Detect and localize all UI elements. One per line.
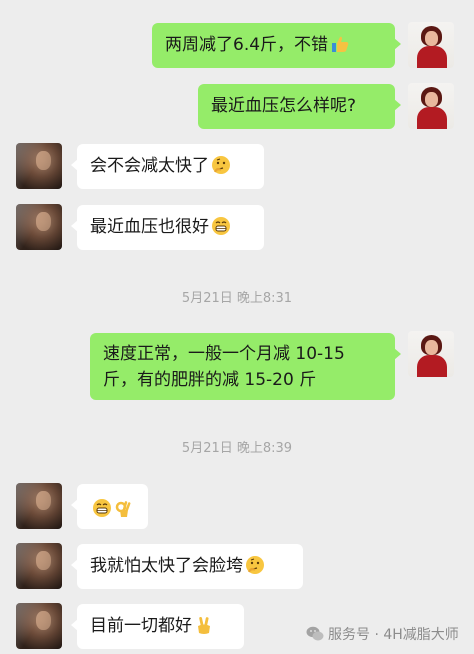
- timestamp: 5月21日 晚上8:39: [181, 441, 293, 456]
- incoming-message[interactable]: [71, 484, 148, 529]
- watermark: 服务号 · 4H减脂大师: [306, 624, 459, 644]
- thumbs-up-icon: [332, 36, 349, 52]
- message-text: 斤，有的肥胖的减 15-20 斤: [103, 370, 317, 390]
- timestamp: 5月21日 晚上8:31: [181, 291, 293, 306]
- avatar[interactable]: [16, 143, 62, 189]
- victory-hand-icon: [198, 616, 210, 634]
- message-text: 最近血压怎么样呢?: [211, 96, 357, 116]
- incoming-message[interactable]: 会不会减太快了: [71, 144, 264, 189]
- thinking-face-icon: [212, 156, 230, 174]
- avatar[interactable]: [16, 483, 62, 529]
- watermark-text: 服务号 · 4H减脂大师: [328, 627, 459, 643]
- incoming-message[interactable]: 目前一切都好: [71, 604, 244, 649]
- avatar[interactable]: [408, 22, 454, 68]
- message-text: 会不会减太快了: [90, 156, 209, 176]
- avatar[interactable]: [408, 83, 454, 129]
- grin-icon: [212, 217, 230, 235]
- grin-icon: [93, 499, 111, 517]
- thinking-face-icon: [246, 556, 264, 574]
- message-text: 最近血压也很好: [90, 217, 209, 237]
- message-text: 我就怕太快了会脸垮: [90, 556, 243, 576]
- avatar[interactable]: [16, 543, 62, 589]
- outgoing-message[interactable]: 速度正常，一般一个月减 10-15 斤，有的肥胖的减 15-20 斤: [90, 333, 401, 400]
- wechat-icon: [306, 626, 324, 641]
- avatar[interactable]: [16, 204, 62, 250]
- ok-hand-icon: [115, 501, 131, 517]
- incoming-message[interactable]: 最近血压也很好: [71, 205, 264, 250]
- message-text: 两周减了6.4斤，不错: [165, 35, 329, 55]
- outgoing-message[interactable]: 最近血压怎么样呢?: [198, 84, 401, 129]
- message-text: 速度正常，一般一个月减 10-15: [103, 344, 345, 364]
- avatar[interactable]: [16, 603, 62, 649]
- message-text: 目前一切都好: [90, 616, 192, 636]
- incoming-message[interactable]: 我就怕太快了会脸垮: [71, 544, 303, 589]
- avatar[interactable]: [408, 331, 454, 377]
- outgoing-message[interactable]: 两周减了6.4斤，不错: [152, 23, 401, 68]
